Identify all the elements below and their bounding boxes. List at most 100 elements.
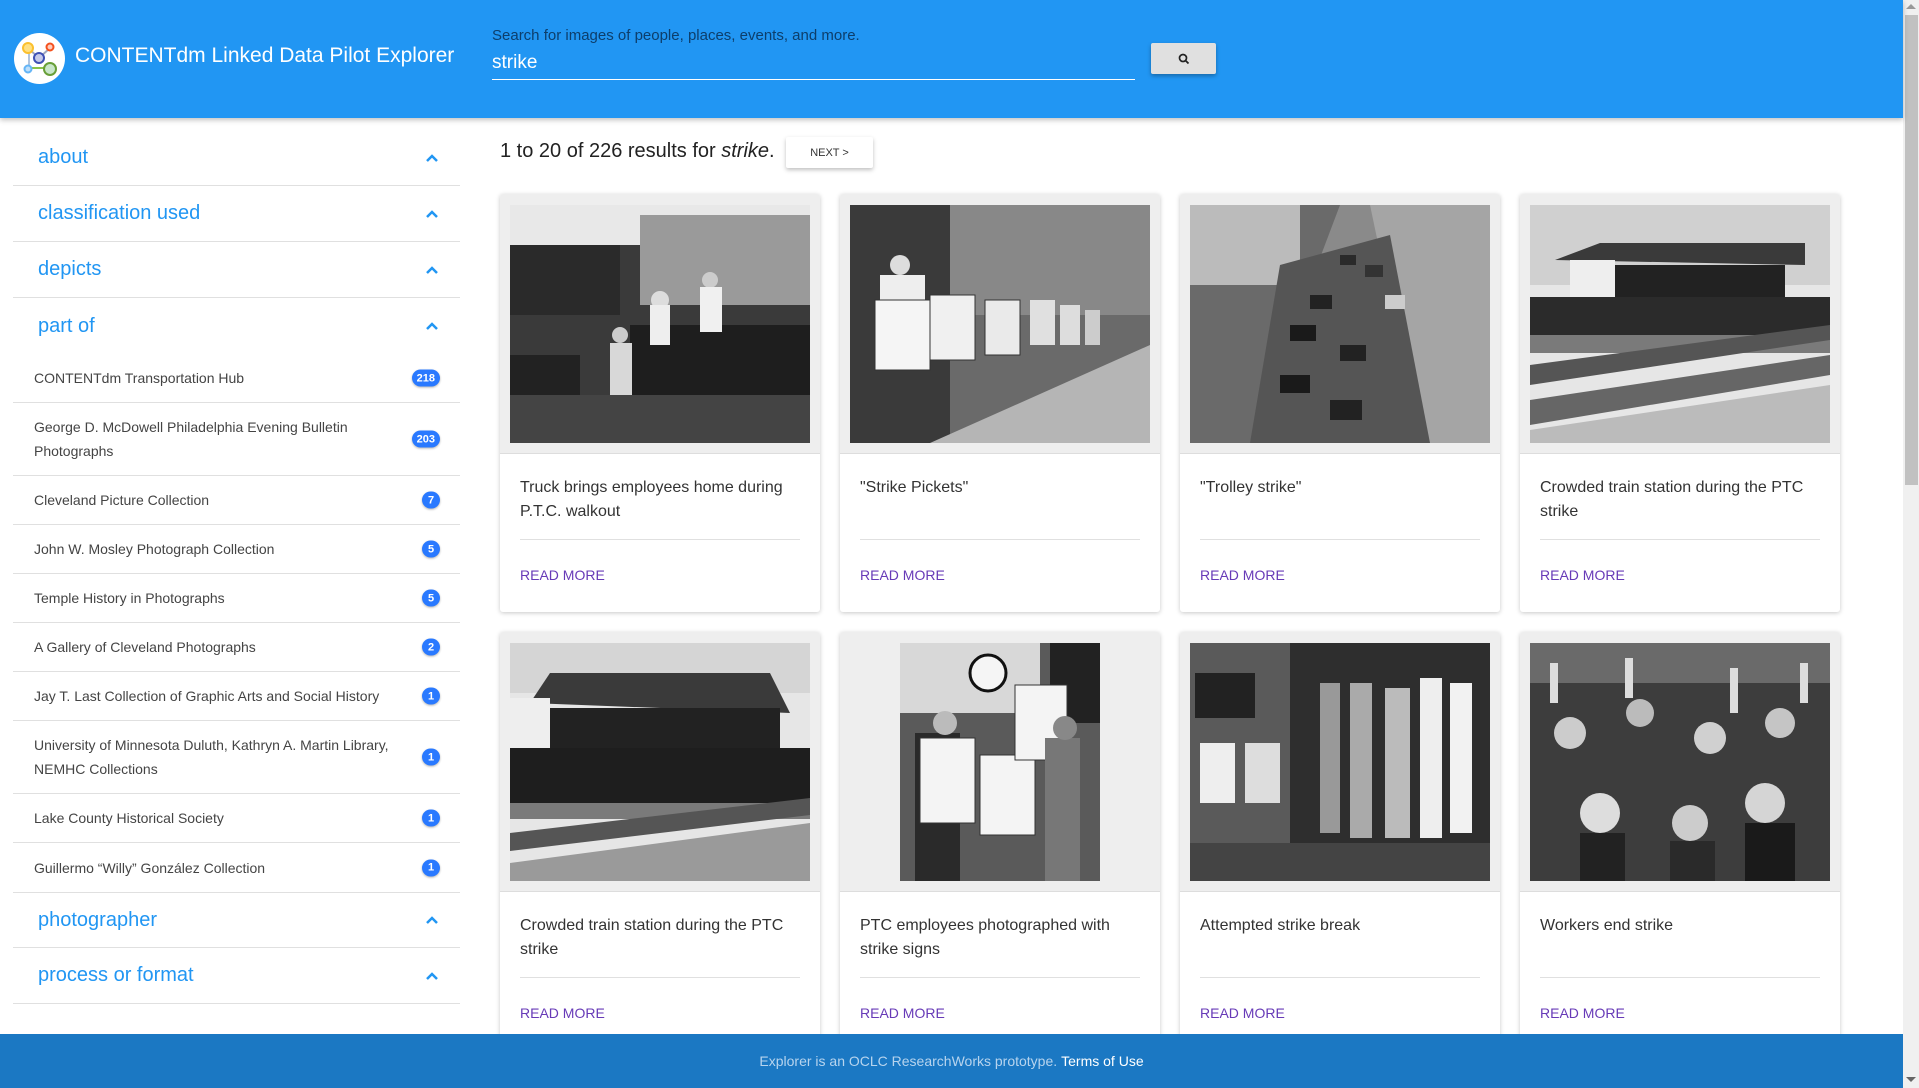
next-page-button[interactable]: NEXT > <box>786 137 873 168</box>
facet-label: John W. Mosley Photograph Collection <box>34 541 275 557</box>
read-more-link[interactable]: READ MORE <box>1200 1005 1480 1021</box>
read-more-link[interactable]: READ MORE <box>1200 567 1480 583</box>
search-button[interactable] <box>1151 43 1216 74</box>
count-badge: 7 <box>422 491 440 509</box>
result-card[interactable]: Workers end strike READ MORE <box>1520 632 1840 1050</box>
facet-sidebar: about classification used depicts part o… <box>13 130 460 1004</box>
accordion-title: process or format <box>38 964 194 986</box>
train-photo[interactable] <box>1190 642 1490 881</box>
result-card[interactable]: Crowded train station during the PTC str… <box>1520 194 1840 612</box>
card-title: Crowded train station during the PTC str… <box>520 892 800 978</box>
facet-item[interactable]: University of Minnesota Duluth, Kathryn … <box>13 721 460 794</box>
accordion-classification-used[interactable]: classification used <box>13 186 460 242</box>
facet-item[interactable]: Lake County Historical Society 1 <box>13 794 460 843</box>
scrollbar-thumb[interactable] <box>1905 15 1918 485</box>
count-badge: 218 <box>411 369 440 387</box>
facet-item[interactable]: George D. McDowell Philadelphia Evening … <box>13 403 460 476</box>
crowd-photo[interactable] <box>1530 642 1830 881</box>
facet-item[interactable]: Jay T. Last Collection of Graphic Arts a… <box>13 672 460 721</box>
pickets-photo[interactable] <box>850 204 1150 443</box>
accordion-title: depicts <box>38 258 102 280</box>
facet-item[interactable]: CONTENTdm Transportation Hub 218 <box>13 354 460 403</box>
card-media <box>840 632 1160 892</box>
facet-item[interactable]: Temple History in Photographs 5 <box>13 574 460 623</box>
chevron-up-icon <box>426 265 438 274</box>
terms-of-use-link[interactable]: Terms of Use <box>1061 1053 1143 1069</box>
scroll-down-arrow-icon[interactable] <box>1906 1077 1916 1082</box>
accordion-depicts[interactable]: depicts <box>13 242 460 298</box>
card-title: Crowded train station during the PTC str… <box>1540 454 1820 540</box>
search-icon <box>1178 53 1189 64</box>
search-input[interactable] <box>492 46 1135 80</box>
card-media <box>1180 632 1500 892</box>
accordion-part-of[interactable]: part of <box>13 298 460 354</box>
facet-label: Jay T. Last Collection of Graphic Arts a… <box>34 688 380 704</box>
count-badge: 2 <box>422 638 440 656</box>
search-label: Search for images of people, places, eve… <box>492 27 860 44</box>
card-media <box>840 194 1160 454</box>
signs-photo[interactable] <box>900 642 1100 881</box>
facet-item[interactable]: A Gallery of Cleveland Photographs 2 <box>13 623 460 672</box>
vertical-scrollbar[interactable] <box>1903 0 1919 1088</box>
count-badge: 5 <box>422 540 440 558</box>
card-title: PTC employees photographed with strike s… <box>860 892 1140 978</box>
facet-label: Lake County Historical Society <box>34 810 224 826</box>
scroll-up-arrow-icon[interactable] <box>1906 4 1916 9</box>
chevron-up-icon <box>426 971 438 980</box>
results-count-text: 1 to 20 of 226 results for <box>500 140 722 162</box>
facet-label: Cleveland Picture Collection <box>34 492 210 508</box>
read-more-link[interactable]: READ MORE <box>860 567 1140 583</box>
result-card[interactable]: "Strike Pickets" READ MORE <box>840 194 1160 612</box>
result-card[interactable]: Attempted strike break READ MORE <box>1180 632 1500 1050</box>
facet-item[interactable]: Guillermo “Willy” González Collection 1 <box>13 843 460 892</box>
accordion-title: photographer <box>38 908 157 931</box>
card-media <box>1520 632 1840 892</box>
facet-label: George D. McDowell Philadelphia Evening … <box>34 419 348 459</box>
result-card[interactable]: Crowded train station during the PTC str… <box>500 632 820 1050</box>
facet-label: University of Minnesota Duluth, Kathryn … <box>34 737 389 777</box>
results-grid: Truck brings employees home during P.T.C… <box>500 194 1840 1050</box>
card-title: Attempted strike break <box>1200 892 1480 978</box>
station-photo-2[interactable] <box>510 642 810 881</box>
truck-photo[interactable] <box>510 204 810 443</box>
read-more-link[interactable]: READ MORE <box>520 567 800 583</box>
page: CONTENTdm Linked Data Pilot Explorer Sea… <box>0 0 1903 1088</box>
card-title: Truck brings employees home during P.T.C… <box>520 454 800 540</box>
trolley-photo[interactable] <box>1190 204 1490 443</box>
card-media <box>500 194 820 454</box>
facet-list: CONTENTdm Transportation Hub 218 George … <box>13 354 460 892</box>
count-badge: 1 <box>422 687 440 705</box>
results-suffix: . <box>769 140 775 162</box>
read-more-link[interactable]: READ MORE <box>1540 567 1820 583</box>
facet-label: Guillermo “Willy” González Collection <box>34 859 266 876</box>
facet-item[interactable]: Cleveland Picture Collection 7 <box>13 476 460 525</box>
linked-data-logo-icon[interactable] <box>14 33 65 84</box>
accordion-about[interactable]: about <box>13 130 460 186</box>
read-more-link[interactable]: READ MORE <box>520 1005 800 1021</box>
count-badge: 203 <box>411 430 440 448</box>
result-card[interactable]: PTC employees photographed with strike s… <box>840 632 1160 1050</box>
read-more-link[interactable]: READ MORE <box>1540 1005 1820 1021</box>
app-title: CONTENTdm Linked Data Pilot Explorer <box>75 44 455 67</box>
results-summary: 1 to 20 of 226 results for strike. <box>500 140 775 163</box>
result-card[interactable]: Truck brings employees home during P.T.C… <box>500 194 820 612</box>
read-more-link[interactable]: READ MORE <box>860 1005 1140 1021</box>
facet-item[interactable]: John W. Mosley Photograph Collection 5 <box>13 525 460 574</box>
card-media <box>1520 194 1840 454</box>
app-header: CONTENTdm Linked Data Pilot Explorer Sea… <box>0 0 1903 118</box>
card-title: "Strike Pickets" <box>860 454 1140 540</box>
accordion-process-or-format[interactable]: process or format <box>13 948 460 1004</box>
count-badge: 1 <box>422 748 440 766</box>
card-title: Workers end strike <box>1540 892 1820 978</box>
count-badge: 1 <box>422 859 440 876</box>
station-photo[interactable] <box>1530 204 1830 443</box>
accordion-photographer[interactable]: photographer <box>13 892 460 948</box>
facet-label: A Gallery of Cleveland Photographs <box>34 639 256 655</box>
facet-label: Temple History in Photographs <box>34 590 225 606</box>
card-media <box>1180 194 1500 454</box>
accordion-title: classification used <box>38 202 201 224</box>
result-card[interactable]: "Trolley strike" READ MORE <box>1180 194 1500 612</box>
facet-label: CONTENTdm Transportation Hub <box>34 370 245 386</box>
results-query: strike <box>721 140 770 162</box>
accordion-title: part of <box>38 314 95 337</box>
